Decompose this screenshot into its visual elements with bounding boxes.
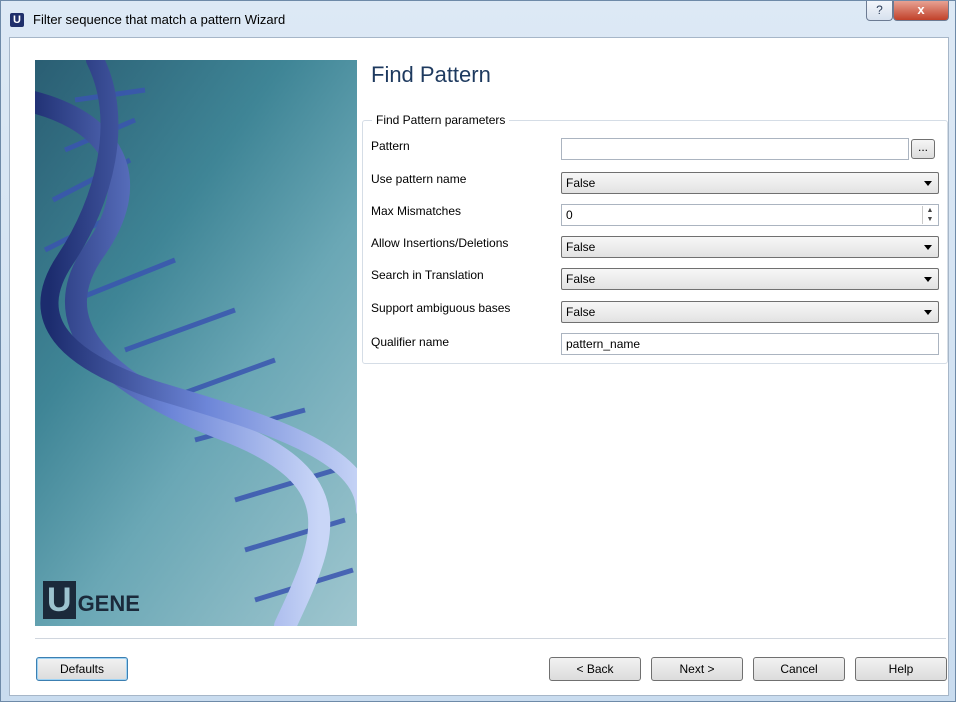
allow-indels-label: Allow Insertions/Deletions: [371, 236, 509, 250]
ugene-logo: U GENE: [43, 581, 140, 620]
spin-buttons[interactable]: ▲ ▼: [922, 206, 937, 224]
wizard-client-area: U GENE Find Pattern Find Pattern paramete…: [9, 37, 949, 696]
chevron-down-icon: [924, 310, 932, 315]
pattern-label: Pattern: [371, 139, 410, 153]
chevron-down-icon: [924, 181, 932, 186]
max-mismatches-spinbox[interactable]: 0 ▲ ▼: [561, 204, 939, 226]
use-pattern-name-label: Use pattern name: [371, 172, 467, 186]
pattern-input[interactable]: [561, 138, 909, 160]
qualifier-name-label: Qualifier name: [371, 335, 450, 349]
help-title-button[interactable]: ?: [866, 1, 893, 21]
dna-banner-image: U GENE: [35, 60, 357, 626]
defaults-button[interactable]: Defaults: [36, 657, 128, 681]
support-ambiguous-label: Support ambiguous bases: [371, 301, 511, 315]
support-ambiguous-dropdown[interactable]: False: [561, 301, 939, 323]
spin-down-icon[interactable]: ▼: [923, 215, 937, 224]
page-title: Find Pattern: [371, 62, 491, 87]
use-pattern-name-dropdown[interactable]: False: [561, 172, 939, 194]
cancel-button[interactable]: Cancel: [753, 657, 845, 681]
chevron-down-icon: [924, 245, 932, 250]
pattern-browse-button[interactable]: ...: [911, 139, 935, 159]
spin-up-icon[interactable]: ▲: [923, 206, 937, 215]
title-bar[interactable]: U Filter sequence that match a pattern W…: [1, 1, 955, 37]
close-window-button[interactable]: x: [893, 1, 949, 21]
allow-indels-dropdown[interactable]: False: [561, 236, 939, 258]
parameters-group-title: Find Pattern parameters: [372, 113, 510, 127]
back-button[interactable]: < Back: [549, 657, 641, 681]
max-mismatches-label: Max Mismatches: [371, 204, 462, 218]
wizard-window: U Filter sequence that match a pattern W…: [0, 0, 956, 702]
search-translation-label: Search in Translation: [371, 268, 484, 282]
dna-helix-icon: [35, 60, 357, 626]
help-button[interactable]: Help: [855, 657, 947, 681]
chevron-down-icon: [924, 277, 932, 282]
footer-divider: [35, 638, 946, 639]
qualifier-name-input[interactable]: pattern_name: [561, 333, 939, 355]
ugene-app-icon: U: [10, 13, 24, 27]
window-title: Filter sequence that match a pattern Wiz…: [33, 12, 286, 27]
next-button[interactable]: Next >: [651, 657, 743, 681]
search-translation-dropdown[interactable]: False: [561, 268, 939, 290]
